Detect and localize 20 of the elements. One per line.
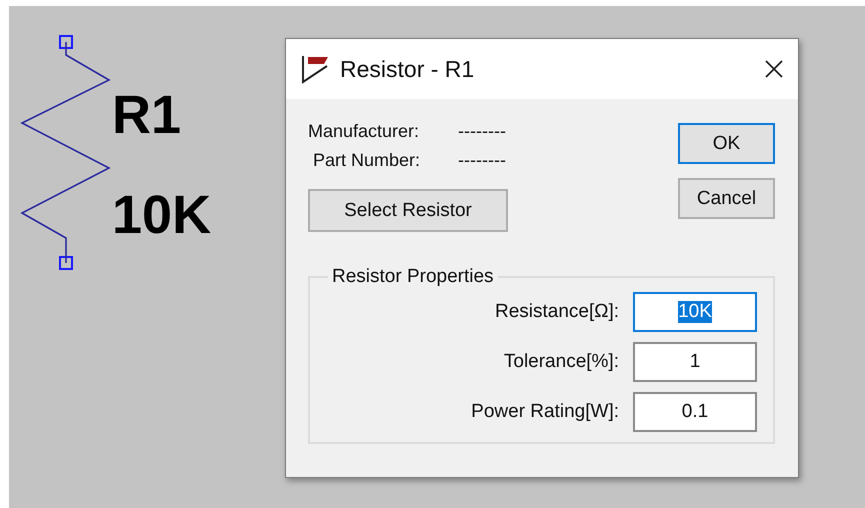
close-icon [764, 59, 784, 79]
app-logo-icon [300, 54, 330, 84]
close-button[interactable] [764, 59, 784, 79]
field-label: Tolerance[%]: [502, 351, 619, 373]
designator-label: R1 [112, 88, 182, 142]
info-value: -------- [458, 150, 507, 171]
value-label: 10K [112, 188, 212, 242]
select-resistor-button[interactable]: Select Resistor [308, 189, 508, 232]
field-label: Power Rating[W]: [470, 401, 619, 423]
group-title: Resistor Properties [331, 266, 495, 288]
info-label: Part Number: [312, 150, 422, 171]
cancel-button[interactable]: Cancel [678, 178, 775, 219]
info-label: Manufacturer: [308, 121, 420, 142]
field-label: Resistance[Ω]: [494, 301, 619, 323]
info-value: -------- [458, 121, 507, 142]
input-field[interactable]: 10K [633, 292, 757, 332]
window-title: Resistor - R1 [340, 56, 476, 82]
ok-button[interactable]: OK [678, 123, 775, 164]
input-field[interactable]: 1 [633, 342, 757, 382]
input-field[interactable]: 0.1 [633, 392, 757, 432]
